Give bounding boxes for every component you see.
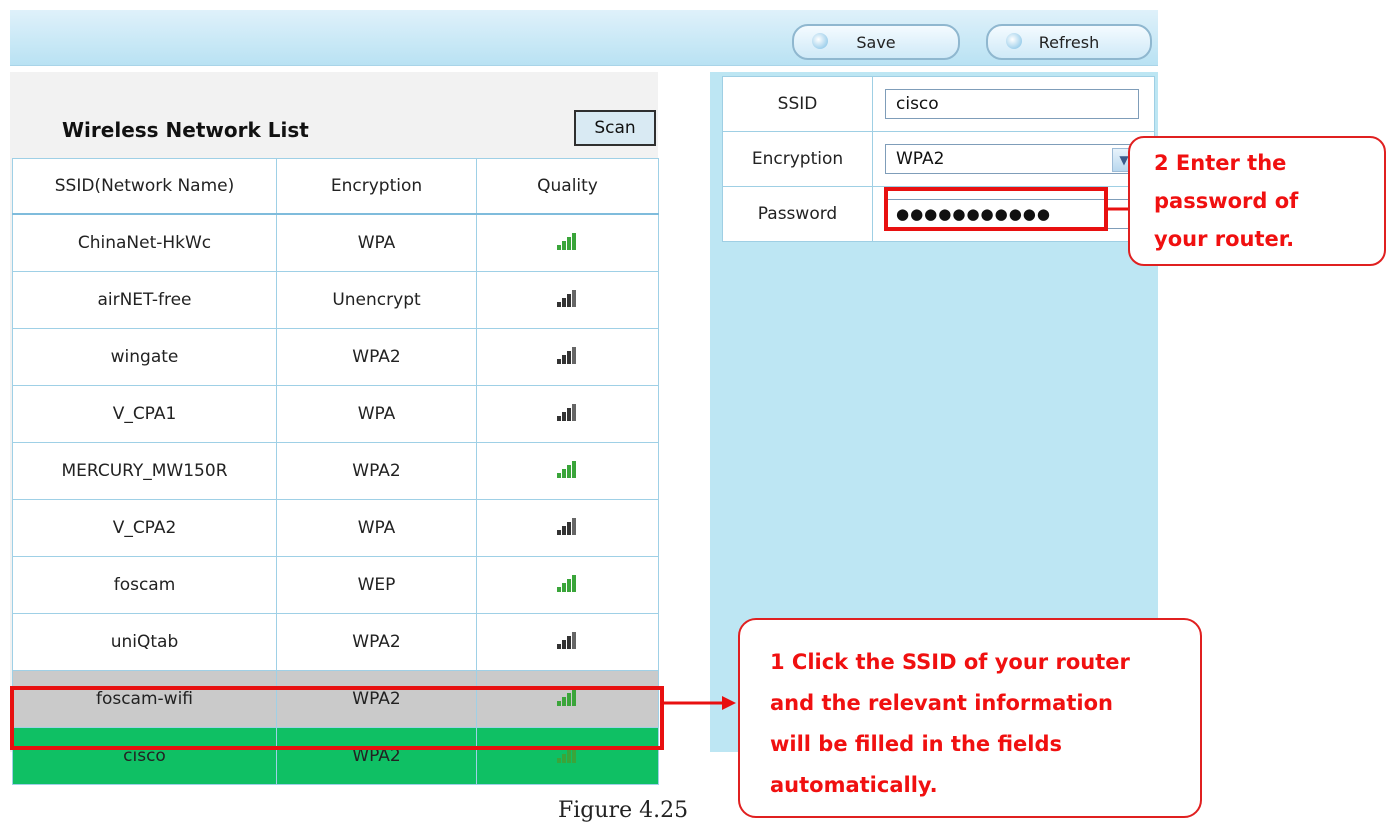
callout-line: your router. [1154, 227, 1295, 251]
callout-line: and the relevant information [770, 691, 1113, 715]
callout-line: password of [1154, 189, 1299, 213]
callout-click-ssid: 1 Click the SSID of your router and the … [738, 618, 1202, 818]
callout-line: 1 Click the SSID of your router [770, 650, 1130, 674]
callout-line: will be filled in the fields [770, 732, 1062, 756]
figure-caption: Figure 4.25 [558, 798, 689, 823]
arrow-head-icon [722, 696, 736, 710]
callout-line: 2 Enter the [1154, 151, 1287, 175]
callout-enter-password: 2 Enter the password of your router. [1128, 136, 1386, 266]
callout-line: automatically. [770, 773, 938, 797]
